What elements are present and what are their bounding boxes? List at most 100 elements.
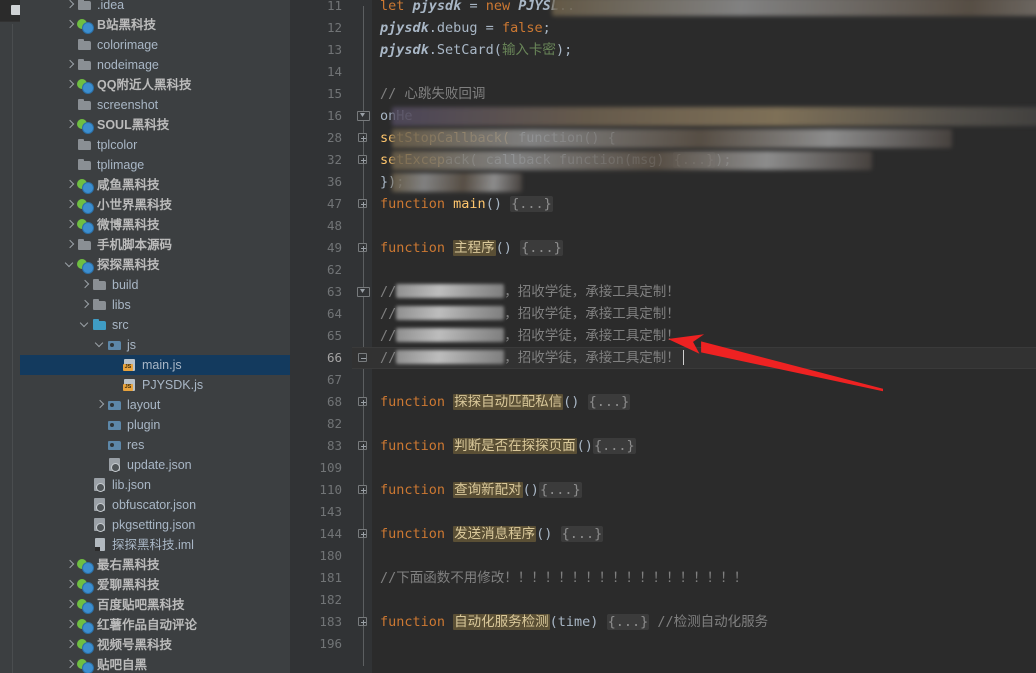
fold-expand-icon[interactable] — [358, 199, 367, 208]
chevron-right-icon[interactable] — [65, 635, 76, 655]
chevron-down-icon[interactable] — [65, 255, 76, 275]
tree-item[interactable]: pkgsetting.json — [20, 515, 290, 535]
code-line[interactable]: setExcepack( callback function(msg) {...… — [380, 149, 732, 171]
tree-item[interactable]: .idea — [20, 0, 290, 15]
tree-item[interactable]: SOUL黑科技 — [20, 115, 290, 135]
project-tree[interactable]: .idea B站黑科技 colorimage nodeimage QQ附近人黑科技 scr… — [20, 0, 290, 673]
fold-expand-icon[interactable] — [358, 529, 367, 538]
tree-item[interactable]: obfuscator.json — [20, 495, 290, 515]
tree-item[interactable]: layout — [20, 395, 290, 415]
tree-item[interactable]: js — [20, 335, 290, 355]
chevron-right-icon[interactable] — [95, 395, 106, 415]
chevron-right-icon[interactable] — [65, 555, 76, 575]
chevron-right-icon[interactable] — [65, 195, 76, 215]
chevron-down-icon[interactable] — [80, 315, 91, 335]
code-line[interactable]: function 查询新配对(){...} — [380, 479, 582, 501]
tree-item[interactable]: colorimage — [20, 35, 290, 55]
tree-item[interactable]: plugin — [20, 415, 290, 435]
code-line[interactable]: // 心跳失败回调 — [380, 83, 485, 105]
chevron-right-icon[interactable] — [65, 595, 76, 615]
code-line[interactable]: function 主程序() {...} — [380, 237, 563, 259]
code-line[interactable]: function main() {...} — [380, 193, 553, 215]
tree-item[interactable]: QQ附近人黑科技 — [20, 75, 290, 95]
fold-expand-icon[interactable] — [358, 441, 367, 450]
tree-item[interactable]: 探探黑科技.iml — [20, 535, 290, 555]
tree-item[interactable]: 咸鱼黑科技 — [20, 175, 290, 195]
tree-no-arrow — [95, 415, 106, 435]
tree-item[interactable]: B站黑科技 — [20, 15, 290, 35]
fold-collapse-icon[interactable] — [357, 287, 370, 298]
chevron-right-icon[interactable] — [65, 115, 76, 135]
tree-item[interactable]: nodeimage — [20, 55, 290, 75]
tree-item[interactable]: 百度贴吧黑科技 — [20, 595, 290, 615]
fold-region-end-icon[interactable] — [358, 353, 367, 362]
line-number: 67 — [326, 372, 342, 387]
chevron-right-icon[interactable] — [65, 75, 76, 95]
fold-expand-icon[interactable] — [358, 243, 367, 252]
tree-item[interactable]: screenshot — [20, 95, 290, 115]
code-line[interactable]: pjysdk.debug = false; — [380, 17, 551, 39]
fold-expand-icon[interactable] — [358, 155, 367, 164]
chevron-right-icon[interactable] — [65, 655, 76, 673]
tree-item[interactable]: 贴吧自黑 — [20, 655, 290, 673]
code-line[interactable]: // ，招收学徒，承接工具定制！ — [380, 303, 680, 325]
tree-item[interactable]: 手机脚本源码 — [20, 235, 290, 255]
chevron-right-icon[interactable] — [65, 575, 76, 595]
tree-item[interactable]: tplimage — [20, 155, 290, 175]
chevron-down-icon[interactable] — [95, 335, 106, 355]
fold-expand-icon[interactable] — [358, 617, 367, 626]
code-token: = — [461, 0, 486, 14]
code-line[interactable]: function 自动化服务检测(time) {...} //检测自动化服务 — [380, 611, 768, 633]
code-line[interactable]: let pjysdk = new PJYSL.. — [380, 0, 575, 17]
tree-item[interactable]: build — [20, 275, 290, 295]
tree-item[interactable]: 微博黑科技 — [20, 215, 290, 235]
chevron-right-icon[interactable] — [65, 175, 76, 195]
tree-no-arrow — [65, 155, 76, 175]
tree-item[interactable]: 红薯作品自动评论 — [20, 615, 290, 635]
chevron-right-icon[interactable] — [65, 15, 76, 35]
code-line[interactable]: pjysdk.SetCard(输入卡密); — [380, 39, 572, 61]
line-number-gutter[interactable]: 11 12 13 14 15 16 28 32 36 47 48 49 62 63 64 65 66 67 68 82… — [290, 0, 352, 673]
code-line[interactable]: //下面函数不用修改！！！！！！！！！！！！！！！！！！ — [380, 567, 747, 589]
code-text-area[interactable]: let pjysdk = new PJYSL.. pjysdk.debug = f… — [372, 0, 1036, 673]
tree-item[interactable]: res — [20, 435, 290, 455]
chevron-right-icon[interactable] — [80, 275, 91, 295]
tree-no-arrow — [110, 355, 121, 375]
tree-item[interactable]: PJYSDK.js — [20, 375, 290, 395]
tree-item[interactable]: libs — [20, 295, 290, 315]
tree-item-selected[interactable]: main.js — [20, 355, 290, 375]
tree-item[interactable]: 小世界黑科技 — [20, 195, 290, 215]
tree-item[interactable]: src — [20, 315, 290, 335]
chevron-right-icon[interactable] — [65, 55, 76, 75]
fold-expand-icon[interactable] — [358, 485, 367, 494]
fold-collapse-icon[interactable] — [357, 111, 370, 122]
code-line[interactable]: // ，招收学徒，承接工具定制！ — [380, 325, 680, 347]
chevron-right-icon[interactable] — [65, 235, 76, 255]
tree-item[interactable]: 视频号黑科技 — [20, 635, 290, 655]
chevron-right-icon[interactable] — [65, 215, 76, 235]
code-token: function — [380, 438, 446, 454]
tree-item[interactable]: lib.json — [20, 475, 290, 495]
chevron-right-icon[interactable] — [65, 615, 76, 635]
tree-item[interactable]: 爱聊黑科技 — [20, 575, 290, 595]
fold-expand-icon[interactable] — [358, 397, 367, 406]
code-line[interactable]: function 发送消息程序() {...} — [380, 523, 604, 545]
chevron-right-icon[interactable] — [80, 295, 91, 315]
code-line[interactable]: // ，招收学徒，承接工具定制！ — [380, 281, 680, 303]
chevron-right-icon[interactable] — [65, 0, 76, 15]
code-line[interactable]: function 探探自动匹配私信() {...} — [380, 391, 631, 413]
tree-item[interactable]: tplcolor — [20, 135, 290, 155]
code-editor[interactable]: 11 12 13 14 15 16 28 32 36 47 48 49 62 63 64 65 66 67 68 82… — [290, 0, 1036, 673]
fold-expand-icon[interactable] — [358, 133, 367, 142]
code-folding-column[interactable] — [352, 0, 372, 673]
code-line[interactable]: onHe — [380, 105, 413, 127]
tree-item[interactable]: 最右黑科技 — [20, 555, 290, 575]
tree-item[interactable]: 探探黑科技 — [20, 255, 290, 275]
code-line[interactable]: function 判断是否在探探页面(){...} — [380, 435, 636, 457]
code-line[interactable]: }); — [380, 171, 404, 193]
code-line[interactable]: setStopCallback( function() { — [380, 127, 616, 149]
code-line[interactable]: // ，招收学徒，承接工具定制！ — [380, 347, 684, 369]
tree-item[interactable]: update.json — [20, 455, 290, 475]
line-number: 36 — [326, 174, 342, 189]
